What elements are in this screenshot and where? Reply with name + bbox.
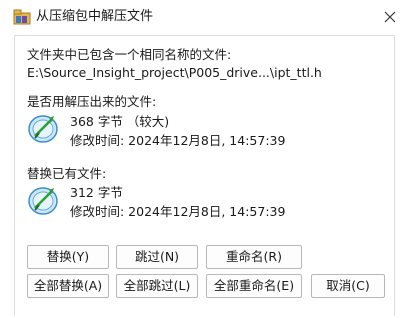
- rename-button[interactable]: 重命名(R): [206, 245, 302, 269]
- close-icon[interactable]: [376, 4, 404, 30]
- archive-icon: [13, 9, 31, 25]
- existing-file-size: 312 字节: [70, 185, 123, 200]
- replace-button[interactable]: 替换(Y): [27, 245, 109, 269]
- extract-conflict-dialog: 从压缩包中解压文件 文件夹中已包含一个相同名称的文件: E:\Source_In…: [0, 0, 408, 318]
- skip-button[interactable]: 跳过(N): [116, 245, 198, 269]
- window-title: 从压缩包中解压文件: [36, 9, 154, 24]
- existing-file-modified: 修改时间: 2024年12月8日, 14:57:39: [70, 204, 286, 219]
- conflict-file-path: E:\Source_Insight_project\P005_drive...\…: [27, 65, 322, 80]
- conflict-message: 文件夹中已包含一个相同名称的文件:: [27, 47, 232, 62]
- new-file-size: 368 字节 （较大): [70, 114, 170, 129]
- file-type-icon: [27, 184, 59, 216]
- new-file-modified: 修改时间: 2024年12月8日, 14:57:39: [70, 133, 286, 148]
- skip-all-button[interactable]: 全部跳过(L): [116, 274, 198, 298]
- existing-file-heading: 替换已有文件:: [27, 166, 107, 181]
- replace-all-button[interactable]: 全部替换(A): [27, 274, 109, 298]
- rename-all-button[interactable]: 全部重命名(E): [206, 274, 302, 298]
- cancel-button[interactable]: 取消(C): [311, 274, 385, 298]
- title-bar[interactable]: 从压缩包中解压文件: [0, 0, 408, 34]
- new-file-heading: 是否用解压出来的文件:: [27, 94, 157, 109]
- file-type-icon: [27, 112, 59, 144]
